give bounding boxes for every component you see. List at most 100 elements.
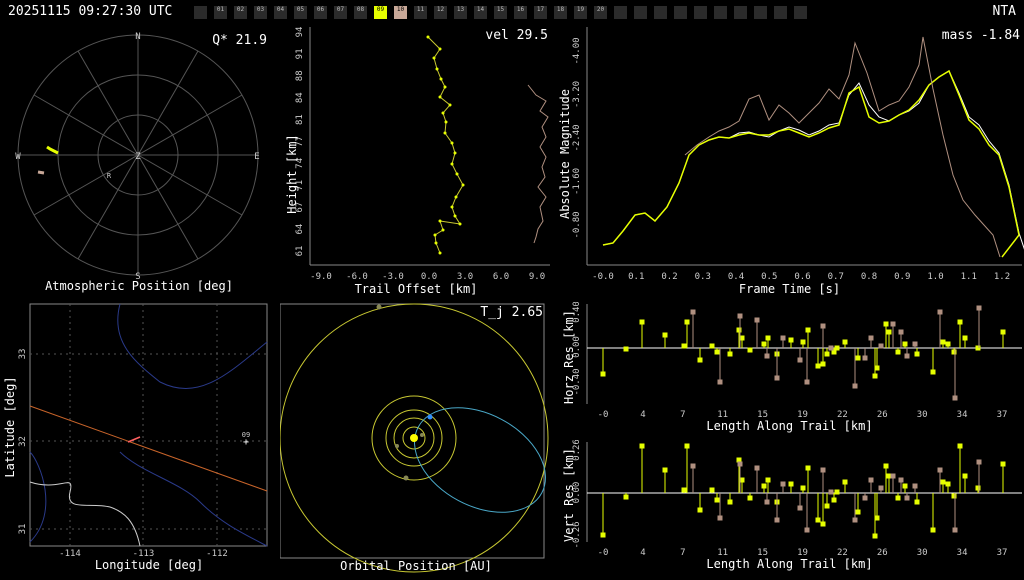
residual-point [872,373,878,379]
residual-point [952,527,958,533]
ground-panel: + 09 33 32 31 -114 -113 -112 Longitude [deg]… [0,302,278,576]
residual-point [600,371,606,377]
meteor-track-secondary [37,170,45,175]
compass-zenith: Z [135,152,141,162]
residual-point [754,465,760,471]
magnitude-series-primary [602,69,1020,258]
residual-point [690,309,696,315]
residual-point [727,499,733,505]
trail-xlabel: Trail Offset [km] [354,282,478,296]
vert-ylabel: Vert Res [km] [562,448,576,542]
frame-chip-empty [794,6,807,19]
frame-chip-empty [634,6,647,19]
trail.xticks-tick: -6.0 [346,272,368,282]
magnitude-plot: -4.00 -3.20 -2.40 -1.60 -0.80 -0.0 0.1 0.2 0.3 0… [572,27,1024,282]
residual-point [872,533,878,539]
compass-w: W [15,152,21,162]
vert-res-plot: 0.260.00-0.26 -0 4 7 11 15 19 22 26 30 34 37 [572,439,1022,558]
residual-point [623,494,629,500]
orbit-plot [279,303,549,573]
residual-point [975,485,981,491]
residual-point [898,477,904,483]
residual-point [709,487,715,493]
residual-point [727,351,733,357]
trail.xticks-tick: -9.0 [310,272,332,282]
frame-chip-10: 10 [394,6,407,19]
residual-point [765,477,771,483]
magnitude-series-secondary [684,36,1001,258]
residual-point [962,335,968,341]
horz-res-plot: 0.400.00-0.40 -0 4 7 11 15 19 22 26 30 34 37 [572,301,1022,420]
orbit-panel: T_j 2.65 Orbital Position [AU] [279,302,552,576]
frame-chip-empty [714,6,727,19]
magnitude.xticks-tick: 0.6 [794,272,810,282]
orbit-caption: Orbital Position [AU] [340,559,492,573]
residual-point [957,319,963,325]
frame-chip-01: 01 [214,6,227,19]
station-marker-label: 09 [242,431,250,439]
residual-point [623,346,629,352]
planet-marker [403,475,409,481]
residual-point [828,345,834,351]
residual-point [902,341,908,347]
residual-point [797,505,803,511]
frame-chip-17: 17 [534,6,547,19]
residual-point [937,309,943,315]
residual-point [940,339,946,345]
frame-chip-empty [614,6,627,19]
ground.yticks-tick: 31 [18,524,28,535]
magnitude.xticks-tick: 1.2 [994,272,1010,282]
magnitude.yticks-tick: -1.60 [572,168,582,195]
timestamp: 20251115 09:27:30 UTC [8,4,173,19]
residual-point [820,323,826,329]
residual-point [945,481,951,487]
residual-point [878,343,884,349]
magnitude.yticks-tick: -2.40 [572,124,582,151]
residual-point [761,483,767,489]
atmospheric-panel: N S E W Z R Q* 21.9 Atmospheric Position… [0,25,278,300]
residual-point [709,343,715,349]
residual-point [780,335,786,341]
magnitude.xticks-tick: 0.3 [695,272,711,282]
ground-ylabel: Latitude [deg] [3,376,17,478]
vert-res-panel: 0.26 0.00 -0.26 -0 4 7 11 15 19 22 26 30 34 37 Lengt… [555,439,1024,576]
residual-point [976,459,982,465]
residual-point [774,517,780,523]
frame-chip-18: 18 [554,6,567,19]
residual-point [855,355,861,361]
residual-point [868,335,874,341]
frame-chip-03: 03 [254,6,267,19]
residual-point [914,351,920,357]
residual-point [697,507,703,513]
residual-point [804,527,810,533]
residual-point [797,357,803,363]
residual-point [788,481,794,487]
magnitude.yticks-tick: -4.00 [572,37,582,64]
vert-xlabel: Length Along Trail [km] [706,557,873,571]
trail.yticks-tick: 61 [295,246,305,257]
residual-point [764,353,770,359]
residual-point [914,499,920,505]
magnitude-ylabel: Absolute Magnitude [558,88,572,220]
residual-point [890,321,896,327]
frame-chip-08: 08 [354,6,367,19]
frame-chip-20: 20 [594,6,607,19]
meteor-track-primary [46,145,59,155]
residual-point [788,337,794,343]
magnitude-panel: -4.00 -3.20 -2.40 -1.60 -0.80 -0.0 0.1 0.2 0.3 0… [555,25,1024,300]
residual-point [600,532,606,538]
trail.xticks-tick: 3.0 [457,272,473,282]
trail.yticks-tick: 94 [295,27,305,38]
magnitude.xticks-tick: 1.0 [927,272,943,282]
frame-chip-empty [654,6,667,19]
residual-point [912,341,918,347]
magnitude.xticks-tick: 0.2 [661,272,677,282]
frame-chip-13: 13 [454,6,467,19]
residual-point [662,467,668,473]
residual-point [737,313,743,319]
residual-point [874,365,880,371]
residual-point [761,341,767,347]
frame-chip-12: 12 [434,6,447,19]
magnitude.xticks-tick: 0.7 [828,272,844,282]
magnitude.xticks-tick: 0.9 [894,272,910,282]
